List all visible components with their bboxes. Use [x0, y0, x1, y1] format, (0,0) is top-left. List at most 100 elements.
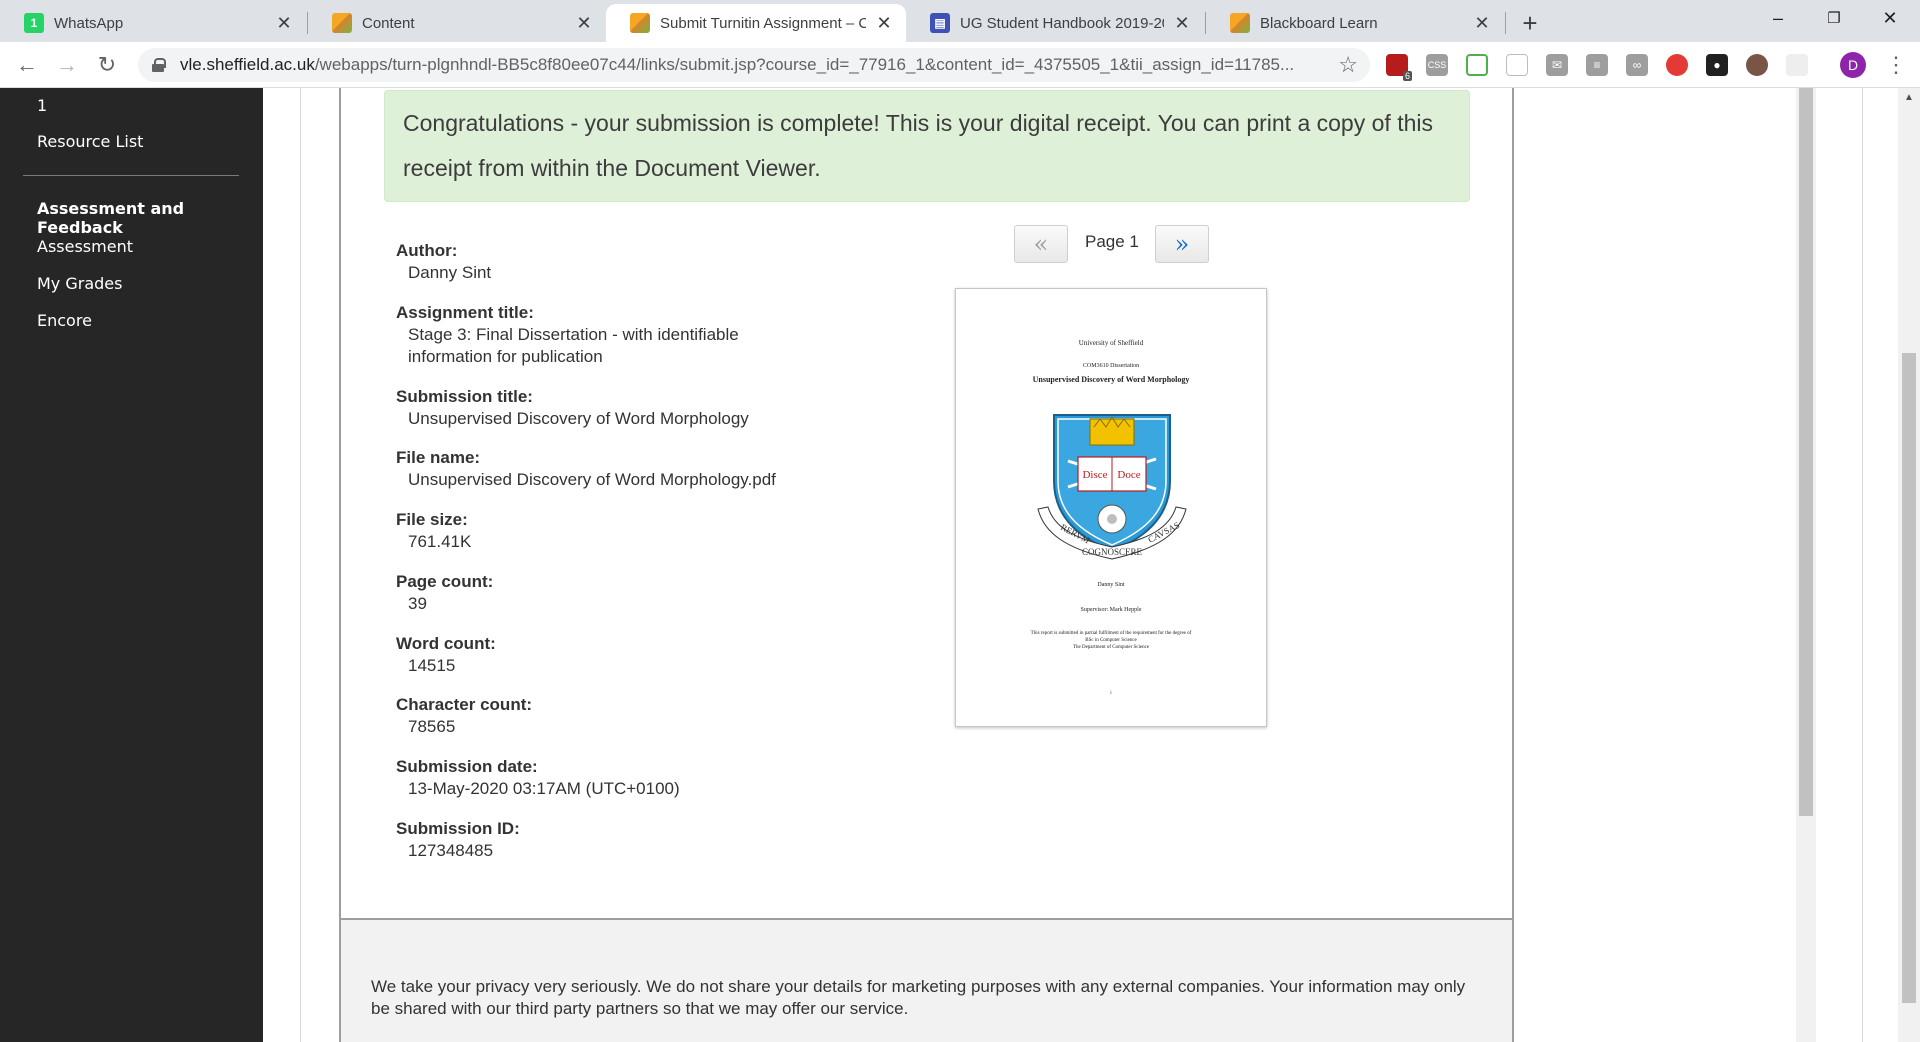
- detail-value: Unsupervised Discovery of Word Morpholog…: [408, 470, 776, 489]
- whatsapp-icon: 1: [24, 13, 44, 33]
- browser-tab-strip: 1 WhatsApp ✕ Content ✕ Submit Turnitin A…: [0, 0, 1920, 42]
- close-icon[interactable]: ✕: [1172, 13, 1192, 33]
- detail-value: 39: [408, 594, 427, 613]
- thumb-page-mark: i: [1110, 691, 1112, 696]
- cookie-extension-icon[interactable]: [1746, 54, 1768, 76]
- page-scrollbar-thumb[interactable]: [1902, 353, 1916, 1003]
- sidebar-item-assessment[interactable]: Assessment: [37, 237, 133, 256]
- tab-blackboard-learn[interactable]: Blackboard Learn ✕: [1206, 4, 1504, 42]
- detail-value: 127348485: [408, 841, 494, 860]
- tab-whatsapp[interactable]: 1 WhatsApp ✕: [0, 4, 306, 42]
- scroll-up-arrow-icon[interactable]: ▲: [1898, 88, 1920, 106]
- close-icon[interactable]: ✕: [874, 13, 894, 33]
- crest-scroll-center: COGNOSCERE: [1082, 547, 1143, 557]
- ublock-extension-icon[interactable]: 6: [1386, 54, 1412, 81]
- inner-scrollbar[interactable]: [1796, 88, 1816, 1042]
- detail-submission-id: Submission ID: 127348485: [396, 818, 520, 862]
- next-page-button[interactable]: »: [1155, 225, 1209, 263]
- minimize-button[interactable]: –: [1750, 0, 1806, 36]
- content-gutter-line: [300, 88, 301, 1042]
- red-extension-icon[interactable]: [1666, 54, 1688, 76]
- university-crest-icon: Disce Doce RERVM COGNOSCERE CAVSAS: [1037, 414, 1187, 560]
- glasses-extension-icon[interactable]: ∞: [1626, 54, 1648, 76]
- inner-scrollbar-thumb[interactable]: [1799, 88, 1813, 816]
- course-sidebar: 1 Resource List Assessment and Feedback …: [0, 88, 263, 1042]
- tab-title: Content: [362, 14, 415, 32]
- menu-kebab-icon[interactable]: ⋮: [1884, 50, 1908, 80]
- css-extension-icon[interactable]: CSS: [1426, 54, 1448, 76]
- sidebar-divider: [23, 175, 239, 176]
- address-bar[interactable]: vle.sheffield.ac.uk/webapps/turn-plgnhnd…: [138, 48, 1370, 82]
- back-button[interactable]: ←: [12, 50, 42, 80]
- detail-label: Submission title:: [396, 387, 533, 406]
- privacy-notice: We take your privacy very seriously. We …: [371, 977, 1466, 1018]
- previous-page-button[interactable]: «: [1014, 225, 1068, 263]
- mail-extension-icon[interactable]: ✉: [1546, 54, 1568, 76]
- browser-toolbar: ← → ↻ vle.sheffield.ac.uk/webapps/turn-p…: [0, 42, 1920, 88]
- tab-title: Submit Turnitin Assignment – COM: [660, 14, 866, 32]
- sidebar-item-resource-list[interactable]: Resource List: [37, 132, 143, 151]
- extension-badge: 6: [1402, 71, 1412, 81]
- detail-value: Unsupervised Discovery of Word Morpholog…: [408, 409, 749, 428]
- detail-value: 13-May-2020 03:17AM (UTC+0100): [408, 779, 680, 798]
- page-indicator: Page 1: [1085, 232, 1139, 251]
- tab-content[interactable]: Content ✕: [308, 4, 606, 42]
- detail-label: Word count:: [396, 634, 496, 653]
- detail-value: 78565: [408, 717, 456, 736]
- detail-label: Submission ID:: [396, 819, 520, 838]
- sidebar-item-encore[interactable]: Encore: [37, 311, 92, 330]
- close-icon[interactable]: ✕: [1472, 13, 1492, 33]
- close-icon[interactable]: ✕: [574, 13, 594, 33]
- document-thumbnail[interactable]: University of Sheffield COM3610 Disserta…: [955, 288, 1267, 727]
- window-close-button[interactable]: ✕: [1862, 0, 1918, 36]
- crest-motto-left: Disce: [1082, 469, 1107, 481]
- color-picker-extension-icon[interactable]: [1466, 54, 1488, 76]
- detail-label: Assignment title:: [396, 303, 534, 322]
- thumb-supervisor: Supervisor: Mark Hepple: [1080, 607, 1142, 613]
- detail-label: Author:: [396, 241, 458, 260]
- close-icon[interactable]: ✕: [274, 13, 294, 33]
- detail-file-size: File size: 761.41K: [396, 509, 471, 553]
- profile-avatar[interactable]: D: [1840, 52, 1866, 78]
- tab-title: WhatsApp: [54, 14, 124, 32]
- detail-page-count: Page count: 39: [396, 571, 493, 615]
- detail-label: Character count:: [396, 695, 533, 714]
- grey-extension-icon[interactable]: [1786, 54, 1808, 76]
- url-host: vle.sheffield.ac.uk: [180, 55, 315, 74]
- blackboard-icon: [630, 13, 650, 33]
- tab-ug-handbook[interactable]: ▤ UG Student Handbook 2019-20 ✕: [906, 4, 1204, 42]
- forward-button[interactable]: →: [52, 50, 82, 80]
- detail-value: Stage 3: Final Dissertation - with ident…: [408, 325, 739, 366]
- detail-label: Submission date:: [396, 757, 538, 776]
- detail-assignment-title: Assignment title: Stage 3: Final Dissert…: [396, 302, 796, 368]
- thumb-title: Unsupervised Discovery of Word Morpholog…: [1032, 375, 1190, 384]
- lock-icon: [152, 58, 166, 72]
- reload-button[interactable]: ↻: [92, 50, 122, 80]
- tab-separator: [1505, 12, 1506, 34]
- detail-word-count: Word count: 14515: [396, 633, 496, 677]
- thumb-statement-line-3: The Department of Computer Science: [1072, 645, 1150, 650]
- blank-extension-icon[interactable]: [1506, 54, 1528, 76]
- database-extension-icon[interactable]: ≡: [1586, 54, 1608, 76]
- google-sites-icon: ▤: [930, 13, 950, 33]
- thumb-university: University of Sheffield: [1078, 339, 1144, 347]
- detail-submission-date: Submission date: 13-May-2020 03:17AM (UT…: [396, 756, 796, 800]
- bookmark-star-icon[interactable]: ☆: [1338, 52, 1358, 78]
- thumb-statement-line-1: This report is submitted in partial fulf…: [1030, 631, 1192, 636]
- tampermonkey-extension-icon[interactable]: ●: [1706, 54, 1728, 76]
- restore-button[interactable]: ❐: [1806, 0, 1862, 36]
- thumb-statement-line-2: BSc in Computer Science: [1085, 638, 1137, 643]
- detail-submission-title: Submission title: Unsupervised Discovery…: [396, 386, 749, 430]
- sidebar-section-heading: Assessment and Feedback: [37, 199, 185, 237]
- new-tab-button[interactable]: +: [1515, 8, 1545, 38]
- tab-submit-turnitin[interactable]: Submit Turnitin Assignment – COM ✕: [606, 4, 906, 42]
- sidebar-item-my-grades[interactable]: My Grades: [37, 274, 122, 293]
- blackboard-icon: [1230, 13, 1250, 33]
- url-path: /webapps/turn-plgnhndl-BB5c8f80ee07c44/l…: [314, 55, 1295, 74]
- page-scrollbar[interactable]: ▲: [1898, 88, 1920, 1042]
- tab-title: Blackboard Learn: [1260, 14, 1378, 32]
- detail-file-name: File name: Unsupervised Discovery of Wor…: [396, 447, 816, 491]
- content-gutter-line: [1862, 88, 1863, 1042]
- turnitin-frame: [339, 88, 1514, 1042]
- detail-label: File size:: [396, 510, 468, 529]
